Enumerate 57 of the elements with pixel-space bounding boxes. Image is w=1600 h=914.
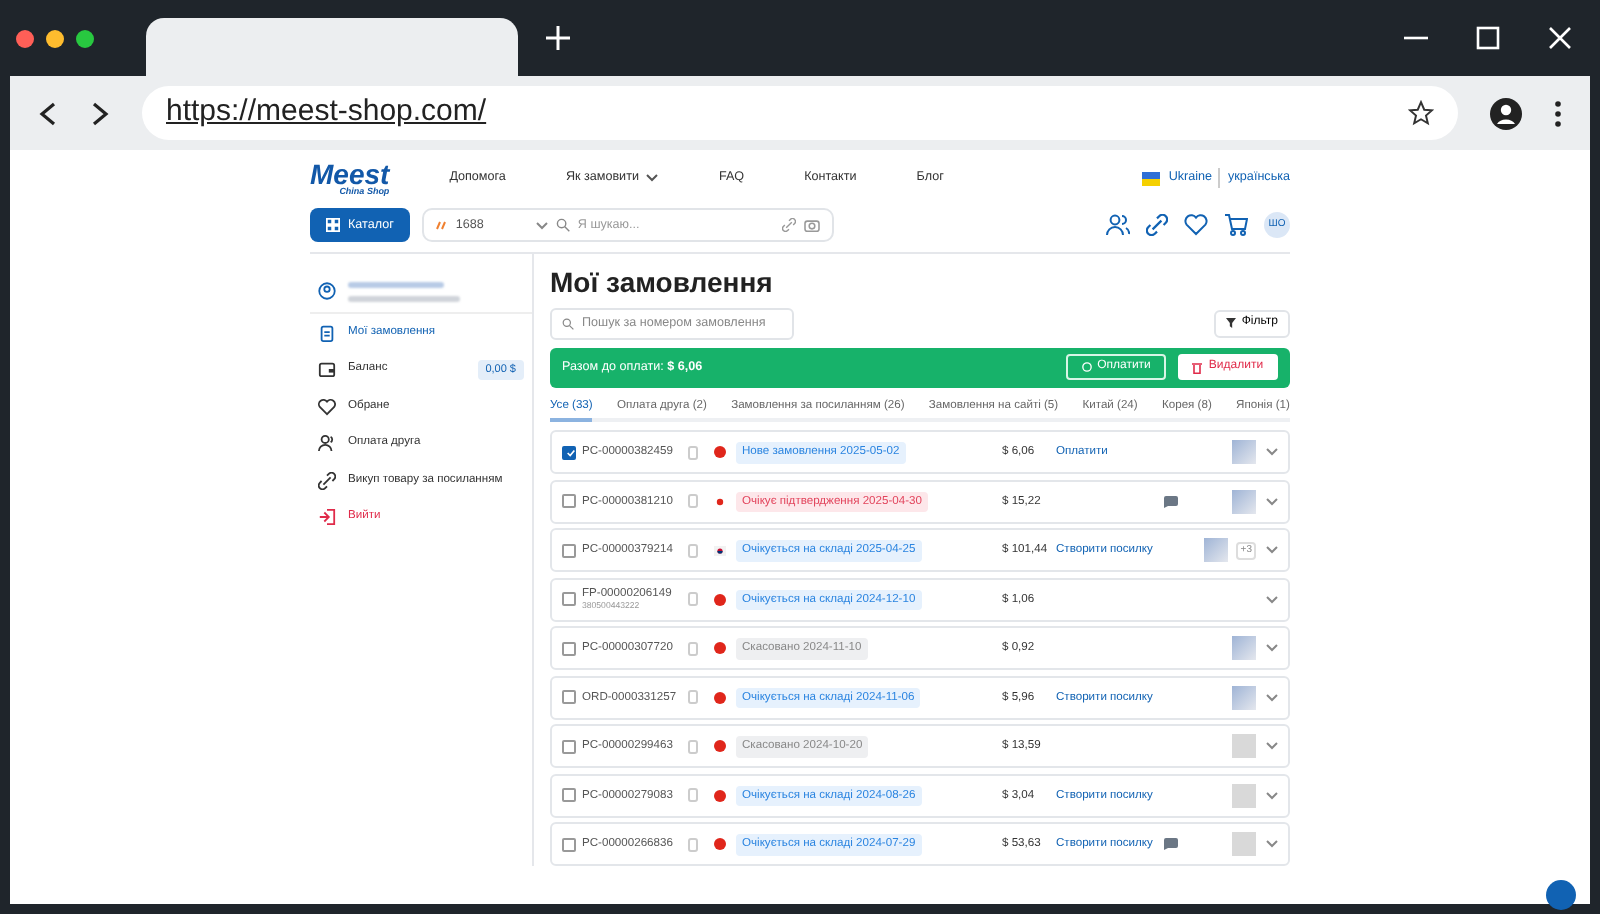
- menu-icon[interactable]: [1554, 99, 1562, 127]
- back-icon[interactable]: [38, 101, 58, 125]
- caret-icon: [646, 174, 659, 182]
- link-icon[interactable]: [781, 218, 796, 232]
- expand-chevron-icon[interactable]: [1266, 546, 1278, 555]
- trash-icon: [1192, 361, 1203, 374]
- blurred-user-info: [348, 281, 460, 301]
- comment-icon[interactable]: [1164, 838, 1178, 851]
- expand-chevron-icon[interactable]: [1266, 644, 1278, 653]
- close-window-icon[interactable]: [16, 29, 34, 47]
- cart-icon[interactable]: [1224, 214, 1248, 236]
- camera-icon[interactable]: [803, 218, 820, 232]
- funnel-icon: [1225, 318, 1236, 329]
- heart-icon[interactable]: [1184, 214, 1208, 236]
- profile-icon[interactable]: [1490, 97, 1522, 129]
- expand-chevron-icon[interactable]: [1266, 791, 1278, 800]
- maximize-icon[interactable]: [1476, 26, 1500, 50]
- caret-icon: [535, 221, 548, 229]
- minimize-window-icon[interactable]: [46, 29, 64, 47]
- page-title: Мої замовлення: [550, 266, 775, 300]
- forward-icon[interactable]: [90, 101, 110, 125]
- wallet-icon: [318, 360, 336, 379]
- source-logo-icon: [435, 220, 448, 230]
- search-icon: [562, 317, 574, 330]
- expand-chevron-icon[interactable]: [1266, 742, 1278, 751]
- users-icon: [318, 434, 336, 453]
- star-icon[interactable]: [1408, 100, 1434, 126]
- grid-icon: [326, 218, 340, 232]
- row-checkbox[interactable]: [562, 641, 576, 656]
- row-checkbox[interactable]: [562, 788, 576, 803]
- row-checkbox[interactable]: [562, 494, 576, 509]
- row-checkbox[interactable]: [562, 690, 576, 705]
- heart-icon: [318, 397, 336, 416]
- close-icon[interactable]: [1548, 26, 1572, 50]
- address-bar[interactable]: https://meest-shop.com/: [142, 86, 1458, 140]
- logout-icon: [318, 508, 336, 527]
- comment-icon[interactable]: [1164, 495, 1178, 508]
- row-checkbox[interactable]: [562, 837, 576, 852]
- link-icon[interactable]: [1146, 214, 1168, 236]
- expand-chevron-icon[interactable]: [1266, 840, 1278, 849]
- chat-button[interactable]: [1546, 880, 1576, 910]
- maximize-window-icon[interactable]: [76, 29, 94, 47]
- row-checkbox[interactable]: [562, 739, 576, 754]
- row-checkbox[interactable]: [562, 592, 576, 607]
- users-icon[interactable]: [1106, 214, 1130, 236]
- expand-chevron-icon[interactable]: [1266, 693, 1278, 702]
- expand-chevron-icon[interactable]: [1266, 595, 1278, 604]
- expand-chevron-icon[interactable]: [1266, 497, 1278, 506]
- link-icon: [318, 471, 336, 490]
- search-icon: [555, 218, 570, 232]
- new-tab-icon[interactable]: [546, 26, 570, 50]
- flag-icon: [1142, 171, 1161, 185]
- expand-chevron-icon[interactable]: [1266, 448, 1278, 457]
- row-checkbox[interactable]: [562, 445, 576, 460]
- user-circle-icon: [318, 282, 336, 300]
- row-checkbox[interactable]: [562, 543, 576, 558]
- clipboard-icon: [318, 323, 336, 342]
